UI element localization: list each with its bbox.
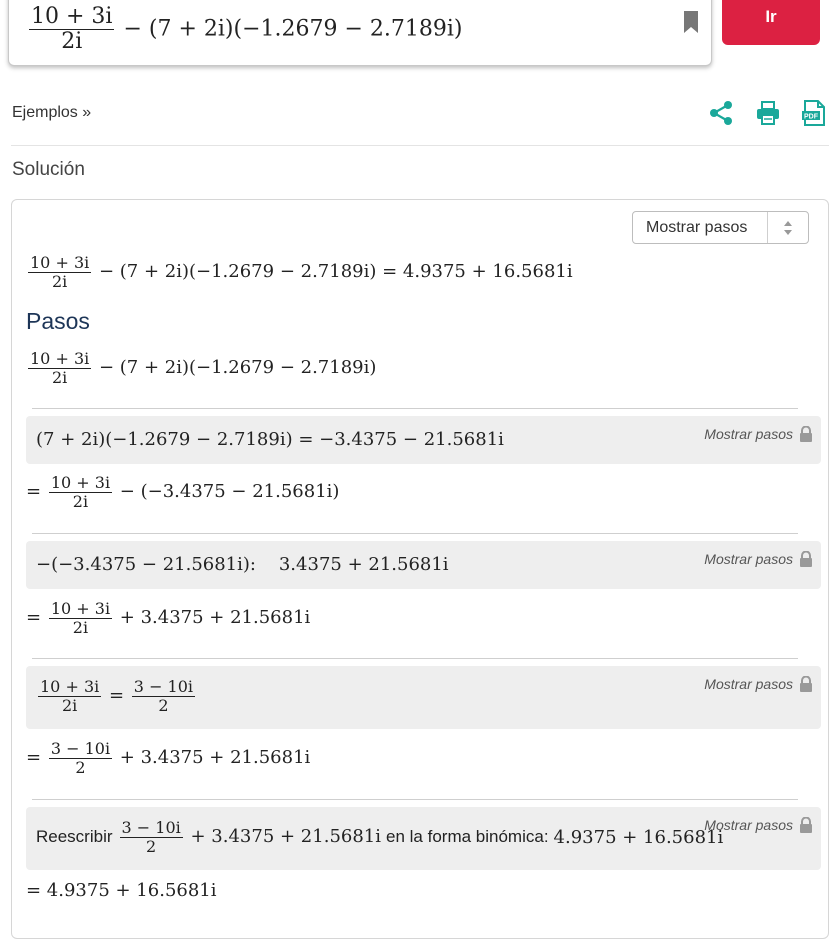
fraction-denominator: 2i	[61, 695, 78, 715]
fraction-denominator: 2i	[72, 491, 89, 511]
solution-title: Solución	[12, 159, 85, 180]
step-2-expression: −(−3.4375 − 21.5681i): 3.4375 + 21.5681i	[36, 554, 449, 575]
show-steps-button[interactable]: Mostrar pasos	[704, 676, 813, 692]
fraction-numerator: 10 + 3i	[48, 599, 113, 619]
step-divider	[32, 658, 798, 659]
step-4-fraction: 3 − 10i 2	[119, 818, 183, 856]
step-divider	[32, 408, 798, 409]
step-3-expression: 10 + 3i 2i = 3 − 10i 2	[36, 678, 197, 714]
show-steps-select[interactable]: Mostrar pasos	[632, 211, 809, 244]
steps-title: Pasos	[26, 308, 90, 334]
expression-input[interactable]: 10 + 3i 2i − (7 + 2i)(−1.2679 − 2.7189i)	[8, 0, 712, 66]
show-steps-button[interactable]: Mostrar pasos	[704, 817, 813, 833]
fraction-denominator: 2	[158, 695, 169, 715]
final-result: = 4.9375 + 16.5681i	[26, 880, 217, 901]
solution-panel: Mostrar pasos 10 + 3i 2i − (7 + 2i)(−1.2…	[11, 199, 829, 939]
lock-icon	[800, 817, 812, 833]
show-steps-button[interactable]: Mostrar pasos	[704, 551, 813, 567]
step-box-2: −(−3.4375 − 21.5681i): 3.4375 + 21.5681i…	[26, 541, 821, 589]
equals-sign: =	[26, 747, 42, 769]
fraction-numerator: 10 + 3i	[28, 349, 92, 369]
show-steps-label: Mostrar pasos	[704, 426, 793, 442]
divider	[11, 145, 829, 146]
step-2-result: = 10 + 3i 2i + 3.4375 + 21.5681i	[26, 600, 310, 636]
input-expression[interactable]: 10 + 3i 2i − (7 + 2i)(−1.2679 − 2.7189i)	[27, 4, 463, 55]
fraction-numerator: 10 + 3i	[48, 473, 113, 493]
fraction-denominator: 2i	[51, 271, 68, 291]
fraction-numerator: 10 + 3i	[28, 253, 92, 273]
step-1-fraction: 10 + 3i 2i	[48, 473, 113, 511]
input-rest: − (7 + 2i)(−1.2679 − 2.7189i)	[123, 16, 463, 42]
svg-text:PDF: PDF	[804, 113, 819, 120]
step-1-result-rest: − (−3.4375 − 21.5681i)	[119, 481, 340, 503]
input-fraction: 10 + 3i 2i	[29, 4, 115, 55]
step-4-expression: Reescribir 3 − 10i 2 + 3.4375 + 21.5681i…	[36, 819, 723, 855]
go-button[interactable]: Ir	[722, 0, 820, 45]
steps-start-expression: 10 + 3i 2i − (7 + 2i)(−1.2679 − 2.7189i)	[26, 350, 376, 386]
lock-icon	[800, 426, 812, 442]
show-steps-button[interactable]: Mostrar pasos	[704, 426, 813, 442]
step-box-1: (7 + 2i)(−1.2679 − 2.7189i) = −3.4375 − …	[26, 416, 821, 464]
step-box-3: 10 + 3i 2i = 3 − 10i 2 Mostrar pasos	[26, 666, 821, 729]
step-box-4: Reescribir 3 − 10i 2 + 3.4375 + 21.5681i…	[26, 807, 821, 870]
show-steps-select-value: Mostrar pasos	[646, 218, 748, 236]
fraction-denominator: 2i	[72, 617, 89, 637]
bookmark-icon[interactable]	[683, 11, 699, 33]
fraction-numerator: 3 − 10i	[131, 677, 196, 697]
printer-icon[interactable]	[755, 100, 781, 126]
fraction-denominator: 2	[146, 836, 157, 856]
step-3-result-fraction: 3 − 10i 2	[48, 739, 113, 777]
step-2-result-rest: + 3.4375 + 21.5681i	[119, 607, 311, 629]
step-divider	[32, 533, 798, 534]
step-3-result: = 3 − 10i 2 + 3.4375 + 21.5681i	[26, 740, 310, 776]
equals-sign: =	[108, 685, 125, 707]
select-arrows-icon	[767, 212, 808, 243]
fraction-numerator: 3 − 10i	[48, 739, 113, 759]
pdf-icon[interactable]: PDF	[801, 100, 827, 126]
input-denominator: 2i	[61, 29, 83, 55]
binomial-form-label: en la forma binómica:	[386, 827, 549, 847]
show-steps-label: Mostrar pasos	[704, 551, 793, 567]
examples-link[interactable]: Ejemplos »	[12, 104, 91, 122]
step-4-math: 3 − 10i 2 + 3.4375 + 21.5681i	[118, 819, 381, 855]
show-steps-label: Mostrar pasos	[704, 817, 793, 833]
show-steps-label: Mostrar pasos	[704, 676, 793, 692]
fraction-denominator: 2i	[51, 367, 68, 387]
step-1-result: = 10 + 3i 2i − (−3.4375 − 21.5681i)	[26, 474, 339, 510]
fraction-numerator: 3 − 10i	[119, 818, 183, 838]
solution-result: 10 + 3i 2i − (7 + 2i)(−1.2679 − 2.7189i)…	[26, 254, 573, 290]
lock-icon	[800, 551, 812, 567]
lock-icon	[800, 676, 812, 692]
start-rest: − (7 + 2i)(−1.2679 − 2.7189i)	[98, 357, 377, 379]
fraction-numerator: 10 + 3i	[38, 677, 102, 697]
result-rest: − (7 + 2i)(−1.2679 − 2.7189i) = 4.9375 +…	[98, 261, 573, 283]
equals-sign: =	[26, 481, 42, 503]
step-4-binomial-result: 4.9375 + 16.5681i	[553, 826, 724, 848]
step-3-fraction-right: 3 − 10i 2	[131, 677, 196, 715]
share-icon[interactable]	[708, 100, 734, 126]
equals-sign: =	[26, 607, 42, 629]
step-divider	[32, 799, 798, 800]
step-1-expression: (7 + 2i)(−1.2679 − 2.7189i) = −3.4375 − …	[36, 429, 504, 450]
result-fraction: 10 + 3i 2i	[28, 253, 92, 291]
start-fraction: 10 + 3i 2i	[28, 349, 92, 387]
fraction-denominator: 2	[75, 757, 86, 777]
step-3-result-rest: + 3.4375 + 21.5681i	[119, 747, 311, 769]
input-numerator: 10 + 3i	[29, 4, 115, 31]
step-3-fraction-left: 10 + 3i 2i	[38, 677, 102, 715]
rewrite-label: Reescribir	[36, 827, 113, 847]
step-4-math-rest: + 3.4375 + 21.5681i	[190, 826, 382, 848]
step-2-fraction: 10 + 3i 2i	[48, 599, 113, 637]
